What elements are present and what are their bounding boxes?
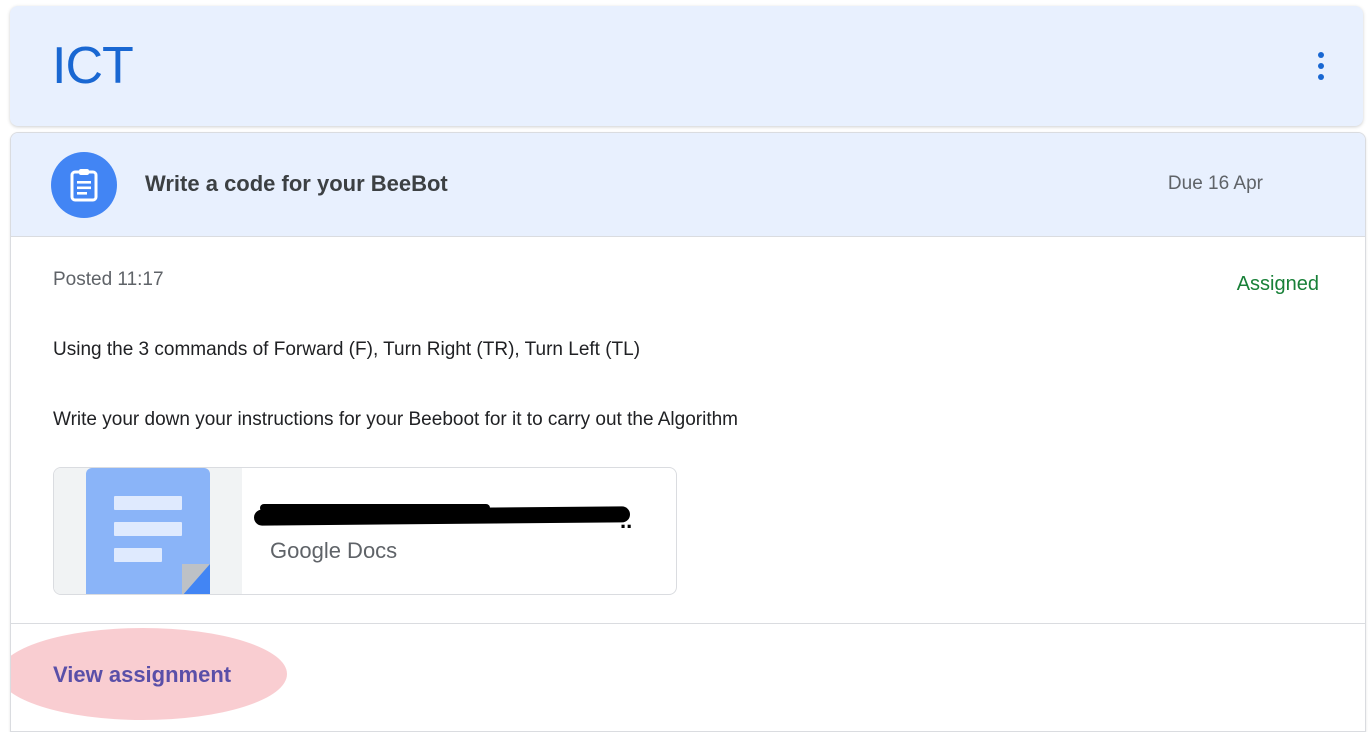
- doc-line: [114, 548, 162, 562]
- view-assignment-link[interactable]: View assignment: [53, 662, 231, 688]
- description-line-1: Using the 3 commands of Forward (F), Tur…: [53, 339, 641, 360]
- status-badge: Assigned: [1236, 273, 1319, 295]
- more-vert-icon-dot: [1318, 63, 1324, 69]
- description-line-2: Write your down your instructions for yo…: [53, 409, 739, 430]
- more-options-button[interactable]: [1309, 46, 1333, 86]
- posted-time: Posted 11:17: [53, 269, 164, 290]
- class-header: ICT: [10, 6, 1363, 126]
- due-date: Due 16 Apr: [1167, 173, 1263, 194]
- assignment-card: Write a code for your BeeBot Due 16 Apr …: [10, 132, 1366, 732]
- doc-line: [114, 522, 182, 536]
- redaction-mark: [253, 506, 631, 526]
- clipboard-icon: [70, 169, 98, 202]
- doc-fold: [182, 564, 210, 594]
- attachment-card[interactable]: .. Google Docs: [53, 467, 677, 595]
- attachment-type: Google Docs: [270, 538, 398, 563]
- assignment-header[interactable]: Write a code for your BeeBot Due 16 Apr: [11, 133, 1365, 237]
- class-title[interactable]: ICT: [52, 36, 134, 96]
- assignment-title[interactable]: Write a code for your BeeBot: [145, 171, 448, 197]
- card-footer: View assignment: [11, 623, 1365, 731]
- assignment-icon: [51, 152, 117, 218]
- doc-line: [114, 496, 182, 510]
- attachment-name-redacted: ..: [620, 508, 633, 533]
- more-vert-icon-dot: [1318, 74, 1324, 80]
- attachment-thumbnail: [54, 468, 242, 594]
- more-vert-icon: [1318, 52, 1324, 58]
